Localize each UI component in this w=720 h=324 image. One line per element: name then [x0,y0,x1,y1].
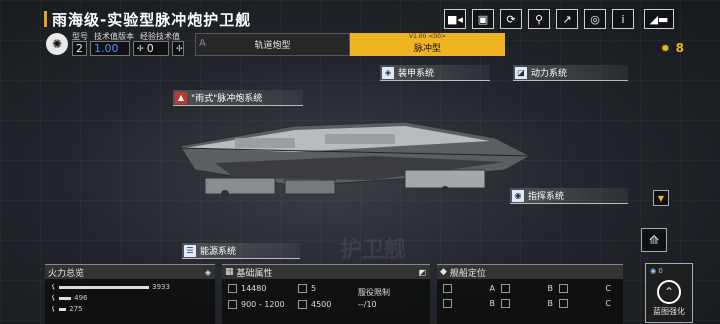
expand-icon[interactable]: ◩ [418,268,426,277]
shield-icon: ◈ [382,66,394,79]
firepower-row: ⚸ 496 [51,294,88,302]
firepower-header: 火力总览 ◈ [45,265,215,279]
variant-tabs: A 轨道炮型 V1.00 <00> 脉冲型 [195,33,505,56]
tab-railgun[interactable]: A 轨道炮型 [195,33,350,56]
basic-grid: 14480 5 -- 900 - 1200 4500 服役限制 --/10 [222,279,430,314]
hp-stat: 14480 [228,284,298,293]
page-title: 雨海级-实验型脉冲炮护卫舰 [52,11,252,29]
focus-icon: ◎ [590,12,600,26]
focus-button[interactable]: ◎ [584,9,606,29]
speed-stat: 4500 [298,299,358,309]
refresh-button[interactable]: ⟳ [500,9,522,29]
gear-icon: ✹ [660,42,670,55]
firepower-row: ⚸ 3933 [51,283,170,291]
command-system-label[interactable]: ◉ 指挥系统 [510,188,628,204]
basic-attributes-panel: ▦ 基础属性 ◩ 14480 5 -- 900 - 1200 4500 服役限制 --… [222,264,430,324]
tech-value: 1.00 [90,41,130,56]
position-grade: C [559,284,617,293]
role-icon [559,299,568,308]
engine-icon: ◪ [515,66,527,79]
image-icon: ▣ [477,12,489,26]
video-icon: ■◂ [447,12,463,26]
firepower-bar [59,307,67,311]
position-icon: ◆ [440,267,447,277]
speed-icon [298,299,307,309]
lock-icon: ✢ [176,44,183,53]
rank-button[interactable]: ⟰ [641,228,667,252]
resource-count: 8 [675,41,684,55]
exp-icon: ✢ [137,44,144,53]
blueprint-token-icon: ◉ [650,267,657,275]
return-icon: ◢▬ [649,12,669,26]
weapon-type-icon: ⚸ [51,305,57,313]
export-icon: ↗ [562,12,572,26]
refresh-icon: ⟳ [506,12,516,26]
armor-system-label[interactable]: ◈ 装甲系统 [380,65,490,81]
chevron-down-icon: ▼ [657,193,665,203]
ship-model[interactable] [175,108,535,213]
firepower-bar [59,296,72,300]
grid-icon: ▦ [225,267,234,277]
info-button[interactable]: i [612,9,634,29]
info-icon: i [621,12,625,26]
blueprint-count: ◉ 0 [650,267,663,275]
firepower-row: ⚸ 275 [51,305,83,313]
energy-icon: ☰ [184,244,196,257]
title-accent [44,11,47,27]
video-button[interactable]: ■◂ [444,9,466,29]
position-grade: B [443,299,501,308]
energy-system-label[interactable]: ☰ 能源系统 [182,243,300,259]
pin-button[interactable]: ⚲ [528,9,550,29]
role-icon [559,284,568,293]
firepower-list: ⚸ 3933 ⚸ 496 ⚸ 275 [45,279,215,317]
collapse-icon[interactable]: ◈ [205,268,211,277]
role-icon [501,299,510,308]
command-icon: ◉ [512,189,524,202]
image-button[interactable]: ▣ [472,9,494,29]
power-system-label[interactable]: ◪ 动力系统 [513,65,628,81]
basic-header: ▦ 基础属性 ◩ [222,265,430,279]
firepower-bar [59,285,150,289]
position-grid: A B C B B C [437,279,623,313]
blueprint-icon: ⌃ [657,279,681,304]
position-header: ◆ 舰船定位 [437,265,623,279]
position-panel: ◆ 舰船定位 A B C B B C [437,264,623,324]
position-grade: B [501,299,559,308]
weapon-type-icon: ⚸ [51,283,57,291]
role-icon [443,299,452,308]
return-button[interactable]: ◢▬ [644,9,674,29]
tab-pulse[interactable]: V1.00 <00> 脉冲型 [350,33,505,56]
range-icon [228,299,237,309]
weapon-type-icon: ⚸ [51,294,57,302]
blueprint-enhance-button[interactable]: ◉ 0 ⌃ 蓝图强化 [645,263,693,323]
weapon-icon: ▲ [175,91,187,104]
service-limit: 服役限制 --/10 [358,288,390,309]
faction-icon: ✺ [46,33,68,55]
position-grade: B [501,284,559,293]
hp-icon [228,284,237,293]
position-grade: C [559,299,617,308]
role-icon [501,284,510,293]
weapon-system-label[interactable]: ▲ "雨式"脉冲炮系统 [173,90,303,106]
range-stat: 900 - 1200 [228,299,298,309]
armor-stat: 5 [298,284,358,293]
model-value: 2 [72,41,87,56]
rank-icon: ⟰ [648,233,660,247]
meta-values: 2 1.00 ✢ 0 ✢ [72,41,184,56]
position-grade: A [443,284,501,293]
armor-icon [298,284,307,293]
pin-icon: ⚲ [534,12,544,26]
dropdown-button[interactable]: ▼ [653,190,669,206]
lock-indicator: ✢ [172,41,184,56]
ship-class-watermark: 护卫舰 [340,238,407,263]
exp-value: ✢ 0 [133,41,169,56]
firepower-panel: 火力总览 ◈ ⚸ 3933 ⚸ 496 ⚸ 275 [45,264,215,324]
export-button[interactable]: ↗ [556,9,578,29]
role-icon [443,284,452,293]
